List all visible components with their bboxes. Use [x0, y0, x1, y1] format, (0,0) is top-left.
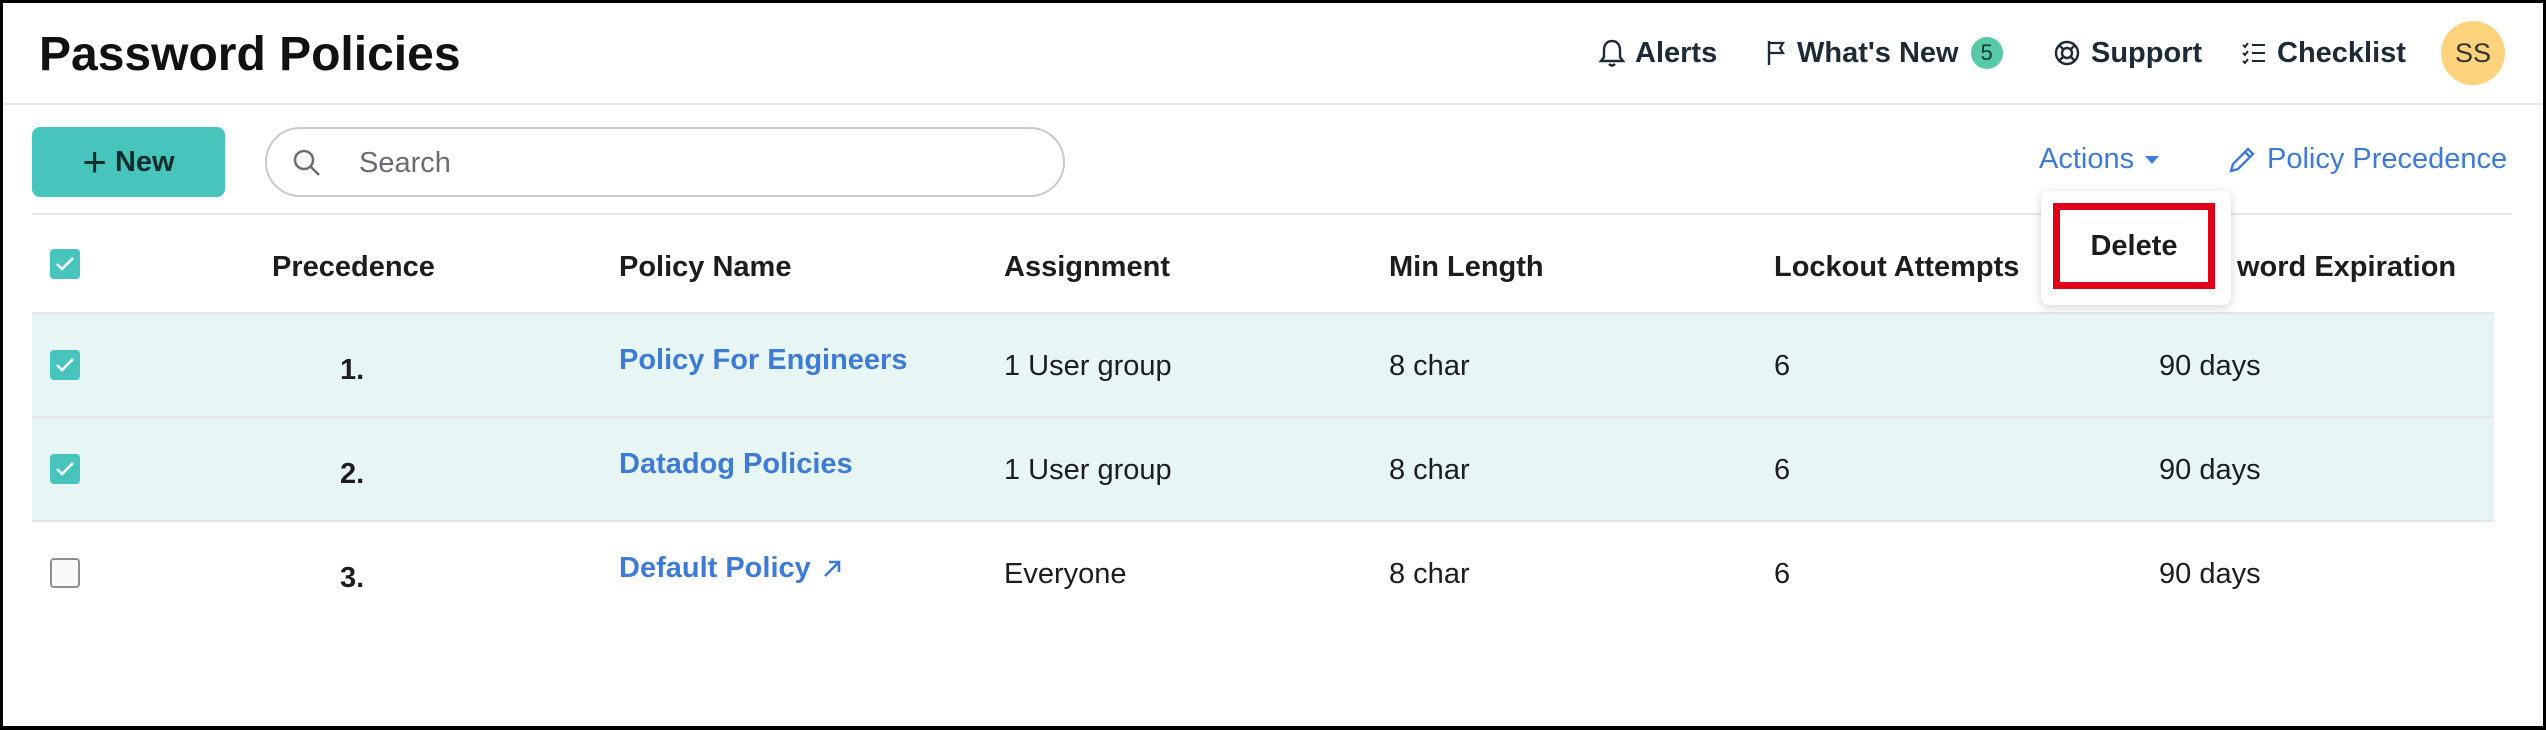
external-link-icon	[823, 560, 841, 577]
page-title: Password Policies	[39, 28, 461, 81]
user-avatar[interactable]: SS	[2441, 21, 2505, 85]
delete-menu-item[interactable]: Delete	[2053, 203, 2215, 289]
policy-name-link[interactable]: Datadog Policies	[619, 448, 853, 481]
search-box	[265, 127, 1065, 197]
caret-down-icon	[2145, 155, 2160, 164]
new-button-label: New	[114, 145, 175, 178]
policy-name-link[interactable]: Default Policy	[619, 552, 843, 585]
assignment-value: Everyone	[1004, 558, 1127, 590]
table-row[interactable]: 2. Datadog Policies 1 User group 8 char …	[32, 418, 2494, 522]
policy-name-label: Default Policy	[619, 552, 811, 584]
assignment-value: 1 User group	[1004, 454, 1172, 486]
row-checkbox[interactable]	[50, 454, 80, 484]
lockout-attempts-value: 6	[1774, 350, 1791, 382]
precedence-value: 1.	[340, 354, 365, 386]
password-expiration-value: 90 days	[2159, 558, 2261, 590]
precedence-value: 3.	[340, 562, 365, 594]
actions-dropdown-menu: Delete	[2041, 191, 2231, 305]
policy-precedence-button[interactable]: Policy Precedence	[2227, 143, 2507, 176]
checklist-icon	[2242, 42, 2265, 65]
lockout-attempts-value: 6	[1774, 558, 1791, 590]
select-all-checkbox[interactable]	[50, 249, 80, 279]
pencil-icon	[2229, 146, 2255, 173]
column-header-password-expiration[interactable]: word Expiration	[2237, 251, 2456, 284]
bell-icon	[1599, 39, 1625, 67]
whats-new-count-badge: 5	[1970, 37, 2003, 69]
min-length-value: 8 char	[1389, 350, 1470, 382]
column-header-lockout-attempts[interactable]: Lockout Attempts	[1774, 251, 2019, 284]
search-icon	[293, 149, 320, 176]
password-expiration-value: 90 days	[2159, 454, 2261, 486]
search-input[interactable]	[357, 139, 1041, 187]
flag-icon	[1767, 41, 1785, 65]
whats-new-link[interactable]: What's New 5	[1765, 21, 2003, 85]
check-icon	[56, 358, 74, 372]
min-length-value: 8 char	[1389, 454, 1470, 486]
min-length-value: 8 char	[1389, 558, 1470, 590]
table-row[interactable]: 3. Default Policy Everyone 8 char 6 90 d…	[32, 522, 2494, 624]
row-checkbox[interactable]	[50, 350, 80, 380]
check-icon	[56, 462, 74, 476]
policy-precedence-label: Policy Precedence	[2267, 143, 2508, 175]
checklist-label: Checklist	[2277, 36, 2406, 69]
table-row[interactable]: 1. Policy For Engineers 1 User group 8 c…	[32, 314, 2494, 418]
whats-new-label: What's New	[1797, 36, 1959, 69]
page-header: Password Policies Alerts What's New 5 Su…	[3, 3, 2543, 105]
actions-menu-button[interactable]: Actions	[2039, 143, 2160, 176]
column-header-policy-name[interactable]: Policy Name	[619, 251, 791, 284]
assignment-value: 1 User group	[1004, 350, 1172, 382]
column-header-min-length[interactable]: Min Length	[1389, 251, 1544, 284]
support-label: Support	[2091, 36, 2203, 69]
policy-name-link[interactable]: Policy For Engineers	[619, 344, 907, 377]
check-icon	[56, 257, 74, 271]
actions-label: Actions	[2039, 143, 2135, 175]
alerts-label: Alerts	[1635, 36, 1718, 69]
password-expiration-value: 90 days	[2159, 350, 2261, 382]
lifebuoy-icon	[2054, 40, 2080, 66]
precedence-value: 2.	[340, 458, 365, 490]
column-header-precedence[interactable]: Precedence	[272, 251, 435, 284]
lockout-attempts-value: 6	[1774, 454, 1791, 486]
plus-icon: +	[82, 138, 107, 185]
app-window: Password Policies Alerts What's New 5 Su…	[3, 3, 2543, 726]
checklist-link[interactable]: Checklist	[2241, 21, 2406, 85]
alerts-link[interactable]: Alerts	[1599, 21, 1717, 85]
new-policy-button[interactable]: + New	[32, 127, 225, 197]
support-link[interactable]: Support	[2053, 21, 2202, 85]
column-header-assignment[interactable]: Assignment	[1004, 251, 1170, 284]
row-checkbox[interactable]	[50, 558, 80, 588]
